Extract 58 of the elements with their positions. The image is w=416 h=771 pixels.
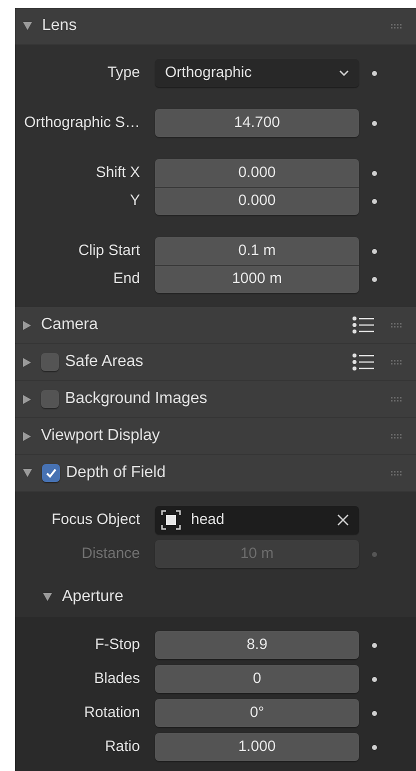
clear-icon — [337, 514, 349, 526]
subpanel-title: Aperture — [62, 587, 124, 607]
field-label: Type — [106, 62, 141, 83]
number-field[interactable]: 1000 m — [155, 265, 359, 293]
panel-header[interactable]: Background Images — [15, 381, 416, 418]
field-label: End — [112, 268, 141, 289]
expand-triangle-icon[interactable] — [23, 432, 31, 440]
checkbox[interactable] — [41, 390, 59, 408]
number-field[interactable]: 0 — [155, 665, 359, 693]
number-field[interactable]: 0.000 — [155, 187, 359, 215]
field-label: Y — [128, 190, 141, 211]
object-icon — [161, 510, 181, 530]
expand-triangle-icon[interactable] — [23, 358, 31, 366]
chevron-down-icon — [339, 70, 349, 76]
drag-handle-icon — [391, 470, 402, 476]
panel-title: Lens — [42, 16, 77, 36]
drag-handle-icon — [391, 360, 402, 364]
checkbox[interactable] — [42, 464, 60, 482]
field-label: Orthographic S… — [23, 112, 141, 133]
number-field[interactable]: 1.000 — [155, 733, 359, 761]
collapse-triangle-icon[interactable] — [43, 593, 52, 601]
panel-title: Background Images — [65, 389, 208, 409]
object-field[interactable]: head — [155, 506, 359, 534]
field-label: Rotation — [83, 702, 141, 723]
field-label: Focus Object — [50, 510, 141, 530]
panel-title: Safe Areas — [65, 352, 144, 372]
panel-header[interactable]: Depth of Field — [15, 455, 416, 492]
field-label: F-Stop — [94, 634, 141, 655]
panel-title: Camera — [41, 315, 98, 335]
preset-list-icon — [352, 316, 374, 334]
drag-handle-icon — [391, 322, 402, 328]
checkbox[interactable] — [41, 353, 59, 371]
panel-header[interactable]: Viewport Display — [15, 418, 416, 455]
preset-list-icon — [352, 353, 374, 371]
field-label: Blades — [93, 668, 141, 689]
number-field[interactable]: 14.700 — [155, 109, 359, 137]
collapse-triangle-icon[interactable] — [23, 469, 32, 477]
panel-header[interactable]: Lens — [15, 8, 416, 45]
dropdown[interactable]: Orthographic — [155, 59, 359, 87]
panel-header[interactable]: Camera — [15, 307, 416, 344]
expand-triangle-icon[interactable] — [23, 320, 31, 330]
panel-title: Viewport Display — [41, 426, 160, 446]
number-field[interactable]: 0.1 m — [155, 237, 359, 265]
field-label: Ratio — [104, 736, 141, 757]
checkmark-icon — [45, 467, 57, 479]
drag-handle-icon — [391, 434, 402, 438]
panel-title: Depth of Field — [66, 463, 166, 483]
panel-header[interactable]: Safe Areas — [15, 344, 416, 381]
field-label: Shift X — [94, 162, 141, 183]
collapse-triangle-icon[interactable] — [23, 22, 32, 30]
number-field[interactable]: 8.9 — [155, 631, 359, 659]
field-label: Clip Start — [77, 240, 141, 261]
drag-handle-icon — [391, 396, 402, 402]
number-field[interactable]: 0° — [155, 699, 359, 727]
drag-handle-icon — [391, 24, 402, 28]
number-field[interactable]: 0.000 — [155, 159, 359, 187]
expand-triangle-icon[interactable] — [23, 394, 31, 404]
field-label: Distance — [80, 544, 141, 564]
